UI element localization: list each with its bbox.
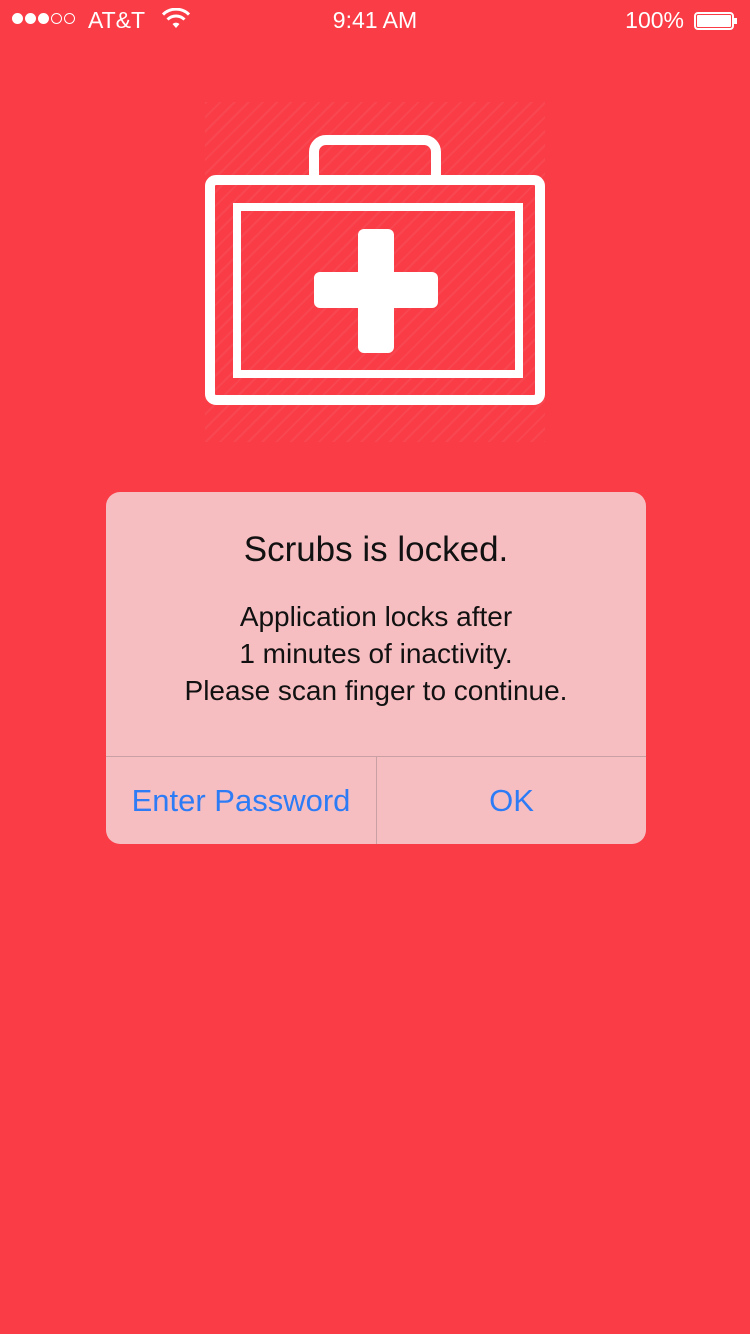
lock-alert-dialog: Scrubs is locked. Application locks afte… xyxy=(106,492,646,844)
battery-icon xyxy=(694,12,737,30)
first-aid-kit-icon xyxy=(205,135,545,405)
alert-message: Application locks after 1 minutes of ina… xyxy=(126,598,626,709)
alert-message-line: 1 minutes of inactivity. xyxy=(239,638,513,669)
status-bar: AT&T 9:41 AM 100% xyxy=(0,0,750,40)
alert-message-line: Please scan finger to continue. xyxy=(184,675,568,706)
ok-button[interactable]: OK xyxy=(377,757,646,844)
battery-percentage: 100% xyxy=(625,7,684,33)
enter-password-button[interactable]: Enter Password xyxy=(106,757,376,844)
app-logo xyxy=(205,102,545,442)
alert-message-line: Application locks after xyxy=(239,601,513,632)
alert-title: Scrubs is locked. xyxy=(243,530,509,569)
